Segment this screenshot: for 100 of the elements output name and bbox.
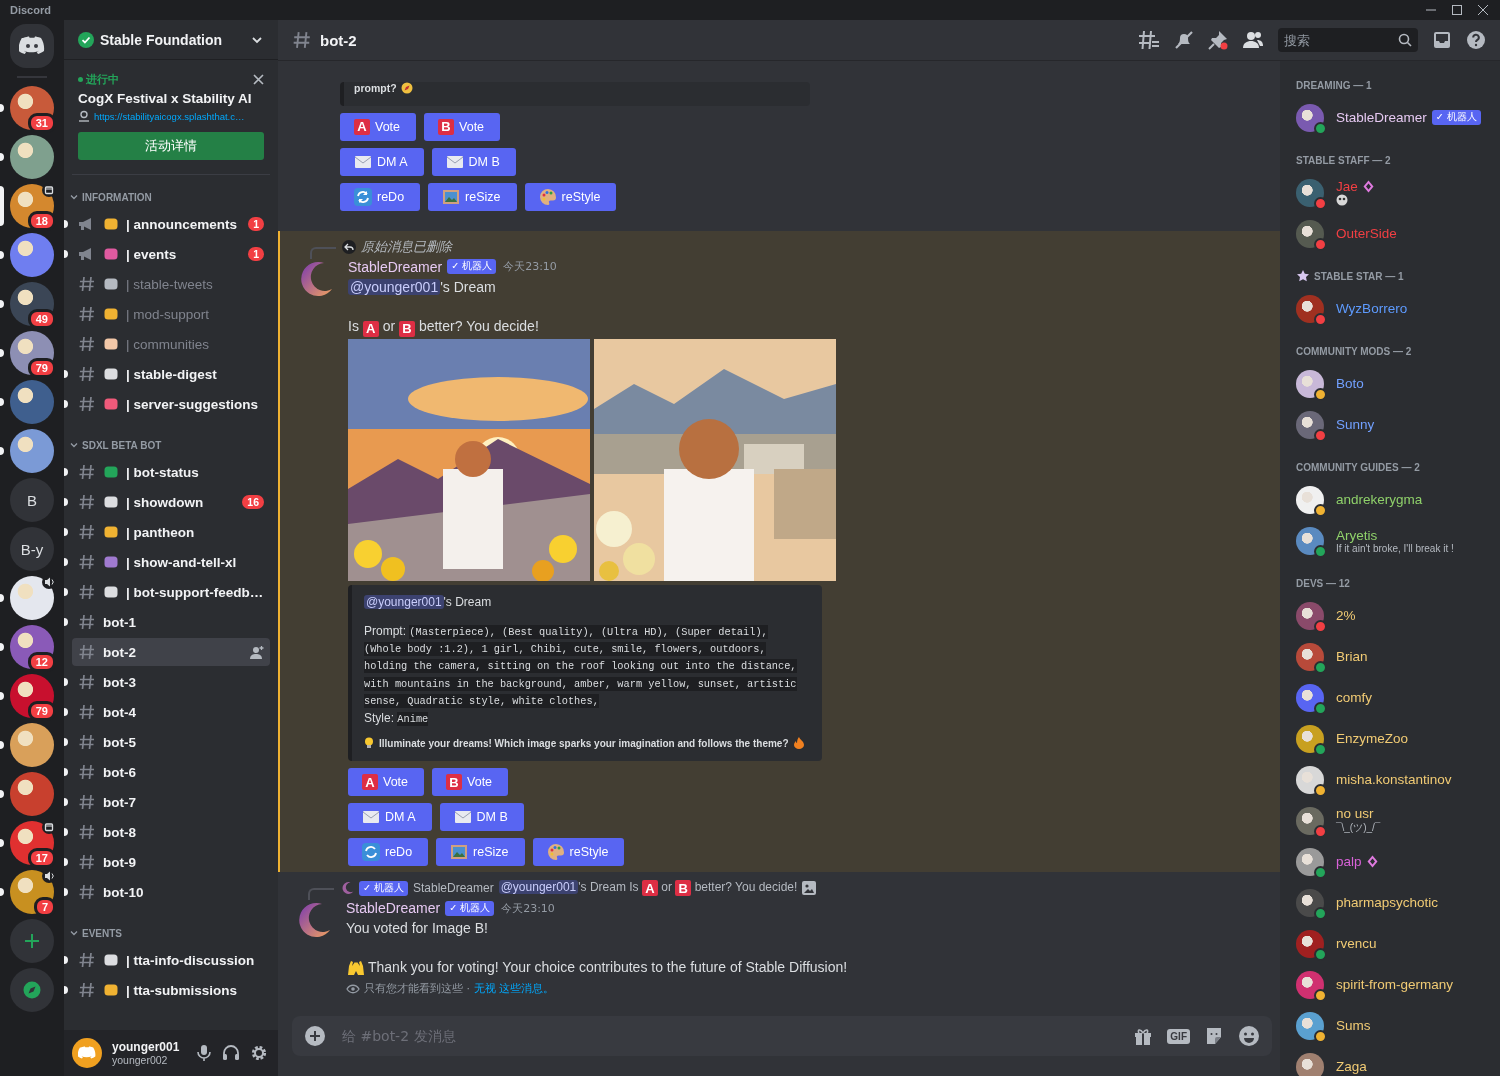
avatar[interactable] bbox=[1296, 294, 1324, 323]
channel-item[interactable]: | stable-digest bbox=[72, 360, 270, 388]
server-button[interactable]: B-y bbox=[10, 527, 54, 571]
member-name[interactable]: misha.konstantinov bbox=[1336, 772, 1452, 787]
maximize-icon[interactable] bbox=[1452, 5, 1462, 15]
member-name[interactable]: OuterSide bbox=[1336, 226, 1397, 241]
avatar[interactable] bbox=[1296, 178, 1324, 207]
channel-item[interactable]: | show-and-tell-xl bbox=[72, 548, 270, 576]
channel-item[interactable]: | pantheon bbox=[72, 518, 270, 546]
avatar[interactable] bbox=[1296, 929, 1324, 958]
member-name[interactable]: pharmapsychotic bbox=[1336, 895, 1439, 910]
action-button[interactable]: reStyle bbox=[524, 182, 617, 211]
avatar[interactable] bbox=[1296, 1011, 1324, 1040]
help-icon[interactable] bbox=[1466, 30, 1486, 50]
action-button[interactable]: DM A bbox=[348, 803, 432, 831]
avatar[interactable] bbox=[1296, 369, 1324, 398]
action-button[interactable]: B Vote bbox=[424, 112, 501, 141]
server-button[interactable] bbox=[10, 723, 54, 767]
action-button[interactable]: DM A bbox=[340, 147, 424, 176]
action-button[interactable]: DM B bbox=[439, 803, 524, 831]
members-icon[interactable] bbox=[1242, 30, 1264, 50]
add-server-button[interactable] bbox=[10, 919, 54, 963]
avatar[interactable] bbox=[1296, 103, 1324, 132]
reply-preview[interactable]: @younger001 's Dream Is A or B better? You decide! bbox=[498, 879, 798, 897]
action-button[interactable]: reDo bbox=[348, 838, 429, 866]
member-name[interactable]: Brian bbox=[1336, 649, 1368, 664]
event-link[interactable]: https://stabilityaicogx.splashthat.c… bbox=[94, 110, 245, 122]
mute-icon[interactable] bbox=[1174, 30, 1194, 50]
member-name[interactable]: Jae bbox=[1336, 179, 1358, 194]
server-button[interactable] bbox=[10, 772, 54, 816]
avatar[interactable] bbox=[1296, 410, 1324, 439]
avatar[interactable] bbox=[1296, 970, 1324, 999]
avatar[interactable] bbox=[1296, 1052, 1324, 1076]
channel-item[interactable]: bot-7 bbox=[72, 788, 270, 816]
dismiss-link[interactable]: 无视 这些消息。 bbox=[473, 982, 554, 995]
channel-item[interactable]: bot-6 bbox=[72, 758, 270, 786]
avatar[interactable] bbox=[1296, 888, 1324, 917]
channel-item[interactable]: | tta-submissions bbox=[72, 976, 270, 1004]
channel-item[interactable]: bot-3 bbox=[72, 668, 270, 696]
channel-item[interactable]: | bot-support-feedb… bbox=[72, 578, 270, 606]
close-icon[interactable] bbox=[1478, 5, 1488, 15]
close-icon[interactable] bbox=[253, 74, 264, 85]
event-details-button[interactable]: 活动详情 bbox=[78, 132, 264, 160]
member-name[interactable]: Sunny bbox=[1336, 417, 1375, 432]
channel-item[interactable]: bot-2 bbox=[72, 638, 270, 666]
member-name[interactable]: Sums bbox=[1336, 1018, 1371, 1033]
action-button[interactable]: DM B bbox=[431, 147, 516, 176]
member-name[interactable]: no usr bbox=[1336, 806, 1374, 821]
category-header[interactable]: SDXL BETA BOT bbox=[64, 435, 168, 455]
author-name[interactable]: StableDreamer bbox=[346, 900, 441, 916]
microphone-icon[interactable] bbox=[196, 1044, 212, 1062]
action-button[interactable]: reStyle bbox=[532, 838, 625, 866]
avatar[interactable] bbox=[1296, 683, 1324, 712]
action-button[interactable]: reDo bbox=[340, 182, 421, 211]
channel-item[interactable]: bot-9 bbox=[72, 848, 270, 876]
avatar[interactable] bbox=[1296, 526, 1324, 555]
channel-item[interactable]: | bot-status bbox=[72, 458, 270, 486]
headphones-icon[interactable] bbox=[222, 1044, 240, 1062]
member-name[interactable]: palp bbox=[1336, 854, 1362, 869]
add-member-icon[interactable] bbox=[250, 645, 264, 659]
category-header[interactable]: EVENTS bbox=[64, 923, 128, 943]
avatar[interactable] bbox=[1296, 806, 1324, 835]
action-button[interactable]: A Vote bbox=[340, 112, 417, 141]
server-button[interactable] bbox=[10, 429, 54, 473]
member-name[interactable]: Boto bbox=[1336, 376, 1364, 391]
server-button[interactable] bbox=[10, 576, 54, 620]
inbox-icon[interactable] bbox=[1432, 30, 1452, 50]
home-button[interactable] bbox=[10, 24, 54, 68]
channel-item[interactable]: bot-1 bbox=[72, 608, 270, 636]
avatar[interactable] bbox=[1296, 219, 1324, 248]
member-name[interactable]: WyzBorrero bbox=[1336, 301, 1408, 316]
action-button[interactable]: A Vote bbox=[348, 768, 425, 796]
member-name[interactable]: comfy bbox=[1336, 690, 1372, 705]
server-button[interactable] bbox=[10, 135, 54, 179]
server-button[interactable]: B bbox=[10, 478, 54, 522]
avatar[interactable] bbox=[1296, 485, 1324, 514]
emoji-icon[interactable] bbox=[1238, 1025, 1260, 1047]
member-name[interactable]: 2% bbox=[1336, 608, 1356, 623]
channel-item[interactable]: | announcements 1 bbox=[72, 210, 270, 238]
channel-item[interactable]: bot-8 bbox=[72, 818, 270, 846]
channel-item[interactable]: | server-suggestions bbox=[72, 390, 270, 418]
explore-button[interactable] bbox=[10, 968, 54, 1012]
search-field[interactable]: 搜索 bbox=[1278, 28, 1418, 52]
server-button[interactable] bbox=[10, 380, 54, 424]
avatar[interactable] bbox=[1296, 724, 1324, 753]
channel-item[interactable]: | mod-support bbox=[72, 300, 270, 328]
channel-item[interactable]: | stable-tweets bbox=[72, 270, 270, 298]
member-name[interactable]: rvencu bbox=[1336, 936, 1377, 951]
member-name[interactable]: andrekerygma bbox=[1336, 492, 1423, 507]
gift-icon[interactable] bbox=[1133, 1026, 1154, 1046]
member-name[interactable]: EnzymeZoo bbox=[1336, 731, 1409, 746]
channel-item[interactable]: | tta-info-discussion bbox=[72, 946, 270, 974]
member-name[interactable]: Zaga bbox=[1336, 1059, 1367, 1074]
settings-icon[interactable] bbox=[250, 1044, 268, 1062]
gif-button[interactable]: GIF bbox=[1167, 1028, 1190, 1044]
add-icon[interactable] bbox=[304, 1025, 326, 1047]
channel-item[interactable]: | communities bbox=[72, 330, 270, 358]
channel-item[interactable]: bot-10 bbox=[72, 878, 270, 906]
member-name[interactable]: spirit-from-germany bbox=[1336, 977, 1454, 992]
server-button[interactable] bbox=[10, 233, 54, 277]
